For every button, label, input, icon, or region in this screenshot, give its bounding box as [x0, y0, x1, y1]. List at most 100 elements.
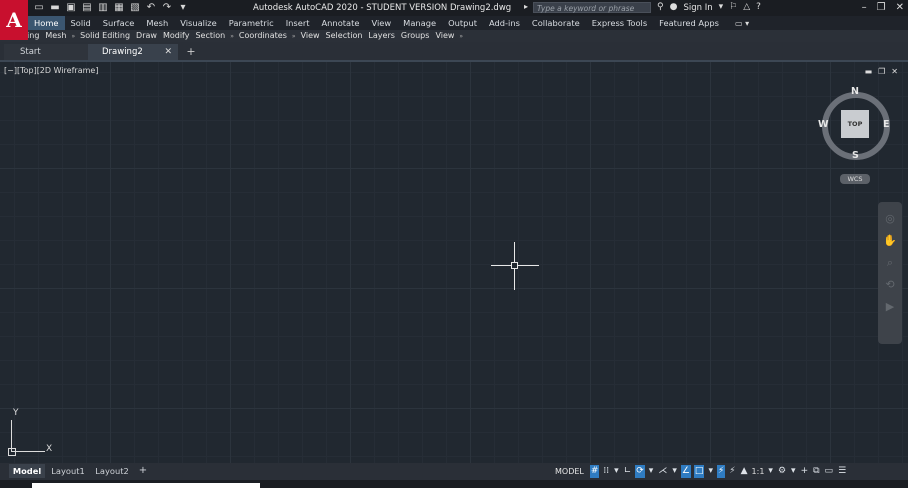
annotation-visibility-icon[interactable]: ⚡ [716, 465, 726, 478]
chevron-down-icon[interactable]: ▾ [707, 465, 714, 478]
chevron-down-icon[interactable]: ▾ [613, 465, 620, 478]
help-icon[interactable]: ? [756, 2, 761, 13]
sign-in-button[interactable]: Sign In [683, 3, 712, 13]
close-icon[interactable]: ✕ [896, 2, 904, 13]
plus-icon[interactable]: + [800, 465, 810, 478]
new-file-icon[interactable]: ▭ [32, 2, 46, 14]
auto-scale-icon[interactable]: ⚡ [728, 465, 736, 478]
tab-annotate[interactable]: Annotate [316, 16, 366, 30]
compass-north[interactable]: N [851, 86, 859, 97]
doc-tab-drawing2[interactable]: Drawing2 ✕ [88, 44, 178, 60]
viewport-minimize-icon[interactable]: ▬ [865, 68, 873, 76]
panel-expand-icon[interactable]: » [290, 33, 298, 40]
zoom-extents-icon[interactable]: ⌕ [887, 256, 893, 270]
undo-icon[interactable]: ↶ [144, 2, 158, 14]
tab-insert[interactable]: Insert [280, 16, 316, 30]
snap-icon[interactable]: ⁞⁞ [602, 465, 610, 478]
web-mobile-icon[interactable]: ▥ [96, 2, 110, 14]
grid-icon[interactable]: # [589, 465, 600, 478]
annotation-scale-value[interactable]: 1:1 [752, 467, 765, 476]
tab-parametric[interactable]: Parametric [223, 16, 280, 30]
tab-visualize[interactable]: Visualize [174, 16, 223, 30]
tab-express-tools[interactable]: Express Tools [586, 16, 653, 30]
panel-selection[interactable]: Selection [323, 30, 366, 42]
tab-add-ins[interactable]: Add-ins [483, 16, 526, 30]
search-input[interactable]: Type a keyword or phrase [533, 2, 651, 13]
chevron-down-icon[interactable]: ▾ [648, 465, 655, 478]
save-as-icon[interactable]: ▤ [80, 2, 94, 14]
panel-modify[interactable]: Modify [160, 30, 193, 42]
chevron-down-icon[interactable]: ▾ [719, 2, 724, 13]
chevron-down-icon[interactable]: ▾ [790, 465, 797, 478]
isodraft-icon[interactable]: ⋌ [657, 465, 668, 478]
customize-qat-icon[interactable]: ▾ [176, 2, 190, 14]
orbit-icon[interactable]: ⟲ [885, 278, 894, 292]
panel-view[interactable]: View [298, 30, 323, 42]
save-icon[interactable]: ▣ [64, 2, 78, 14]
cart-icon[interactable]: ⚐ [729, 2, 737, 13]
panel-coordinates[interactable]: Coordinates [236, 30, 290, 42]
panel-solid-editing[interactable]: Solid Editing [77, 30, 133, 42]
new-layout-button[interactable]: + [137, 464, 149, 478]
tab-solid[interactable]: Solid [65, 16, 97, 30]
panel-layers[interactable]: Layers [365, 30, 397, 42]
tab-collaborate[interactable]: Collaborate [526, 16, 586, 30]
steering-wheel-icon[interactable]: ◎ [885, 212, 895, 226]
clean-screen-icon[interactable]: ▭ [824, 465, 835, 478]
redo-icon[interactable]: ↷ [160, 2, 174, 14]
user-icon[interactable]: ● [670, 2, 678, 13]
minimize-icon[interactable]: – [862, 2, 867, 13]
isolate-objects-icon[interactable]: ⧉ [812, 465, 820, 478]
close-tab-icon[interactable]: ✕ [164, 44, 172, 60]
tab-featured-apps[interactable]: Featured Apps [653, 16, 725, 30]
export-icon[interactable]: ▦ [112, 2, 126, 14]
search-expand-icon[interactable]: ▸ [524, 2, 528, 11]
polar-tracking-icon[interactable]: ⟳ [635, 465, 645, 478]
doc-tab-start[interactable]: Start [4, 44, 90, 60]
compass-south[interactable]: S [852, 150, 859, 161]
compass-east[interactable]: E [883, 119, 890, 130]
panel-section[interactable]: Section [192, 30, 228, 42]
panel-view-2[interactable]: View [432, 30, 457, 42]
print-icon[interactable]: ▧ [128, 2, 142, 14]
ribbon-display-toggle-icon[interactable]: ▭ ▾ [735, 19, 749, 28]
viewport-controls-label[interactable]: [−][Top][2D Wireframe] [4, 66, 98, 75]
tab-surface[interactable]: Surface [97, 16, 141, 30]
panel-groups[interactable]: Groups [398, 30, 433, 42]
model-space-toggle[interactable]: MODEL [552, 467, 587, 476]
annotation-scale-icon[interactable]: ▲ [740, 465, 749, 478]
object-snap-icon[interactable]: □ [693, 465, 705, 478]
compass-west[interactable]: W [818, 119, 828, 130]
layout-tab-layout1[interactable]: Layout1 [48, 464, 88, 478]
application-menu-button[interactable]: A [0, 0, 28, 40]
restore-icon[interactable]: ❐ [877, 2, 886, 13]
panel-expand-icon[interactable]: » [228, 33, 236, 40]
viewcube-top-face[interactable]: TOP [841, 110, 869, 138]
object-snap-tracking-icon[interactable]: ∠ [680, 465, 691, 478]
wcs-menu-button[interactable]: WCS [840, 174, 870, 184]
panel-expand-icon[interactable]: » [457, 33, 465, 40]
chevron-down-icon[interactable]: ▾ [767, 465, 774, 478]
layout-tab-model[interactable]: Model [9, 464, 45, 478]
tab-home[interactable]: Home [28, 16, 65, 30]
customize-icon[interactable]: ☰ [837, 465, 847, 478]
chevron-down-icon[interactable]: ▾ [671, 465, 678, 478]
pan-icon[interactable]: ✋ [883, 234, 897, 248]
tab-mesh[interactable]: Mesh [140, 16, 174, 30]
a360-icon[interactable]: △ [743, 2, 750, 13]
ucs-icon[interactable]: Y X [8, 406, 60, 456]
tab-output[interactable]: Output [442, 16, 483, 30]
new-tab-button[interactable]: + [184, 44, 198, 60]
panel-expand-icon[interactable]: » [69, 33, 77, 40]
layout-tab-layout2[interactable]: Layout2 [92, 464, 132, 478]
ortho-icon[interactable]: ∟ [623, 465, 633, 478]
drawing-viewport[interactable]: [−][Top][2D Wireframe] ▬ ❐ ✕ TOP N S E W… [0, 62, 908, 463]
panel-draw[interactable]: Draw [133, 30, 160, 42]
viewport-restore-icon[interactable]: ❐ [878, 68, 885, 76]
viewcube[interactable]: TOP N S E W [818, 86, 892, 162]
open-folder-icon[interactable]: ▬ [48, 2, 62, 14]
gear-icon[interactable]: ⚙ [777, 465, 787, 478]
binoculars-icon[interactable]: ⚲ [657, 2, 664, 13]
panel-mesh[interactable]: Mesh [42, 30, 69, 42]
showmotion-icon[interactable]: ▶ [886, 300, 894, 314]
